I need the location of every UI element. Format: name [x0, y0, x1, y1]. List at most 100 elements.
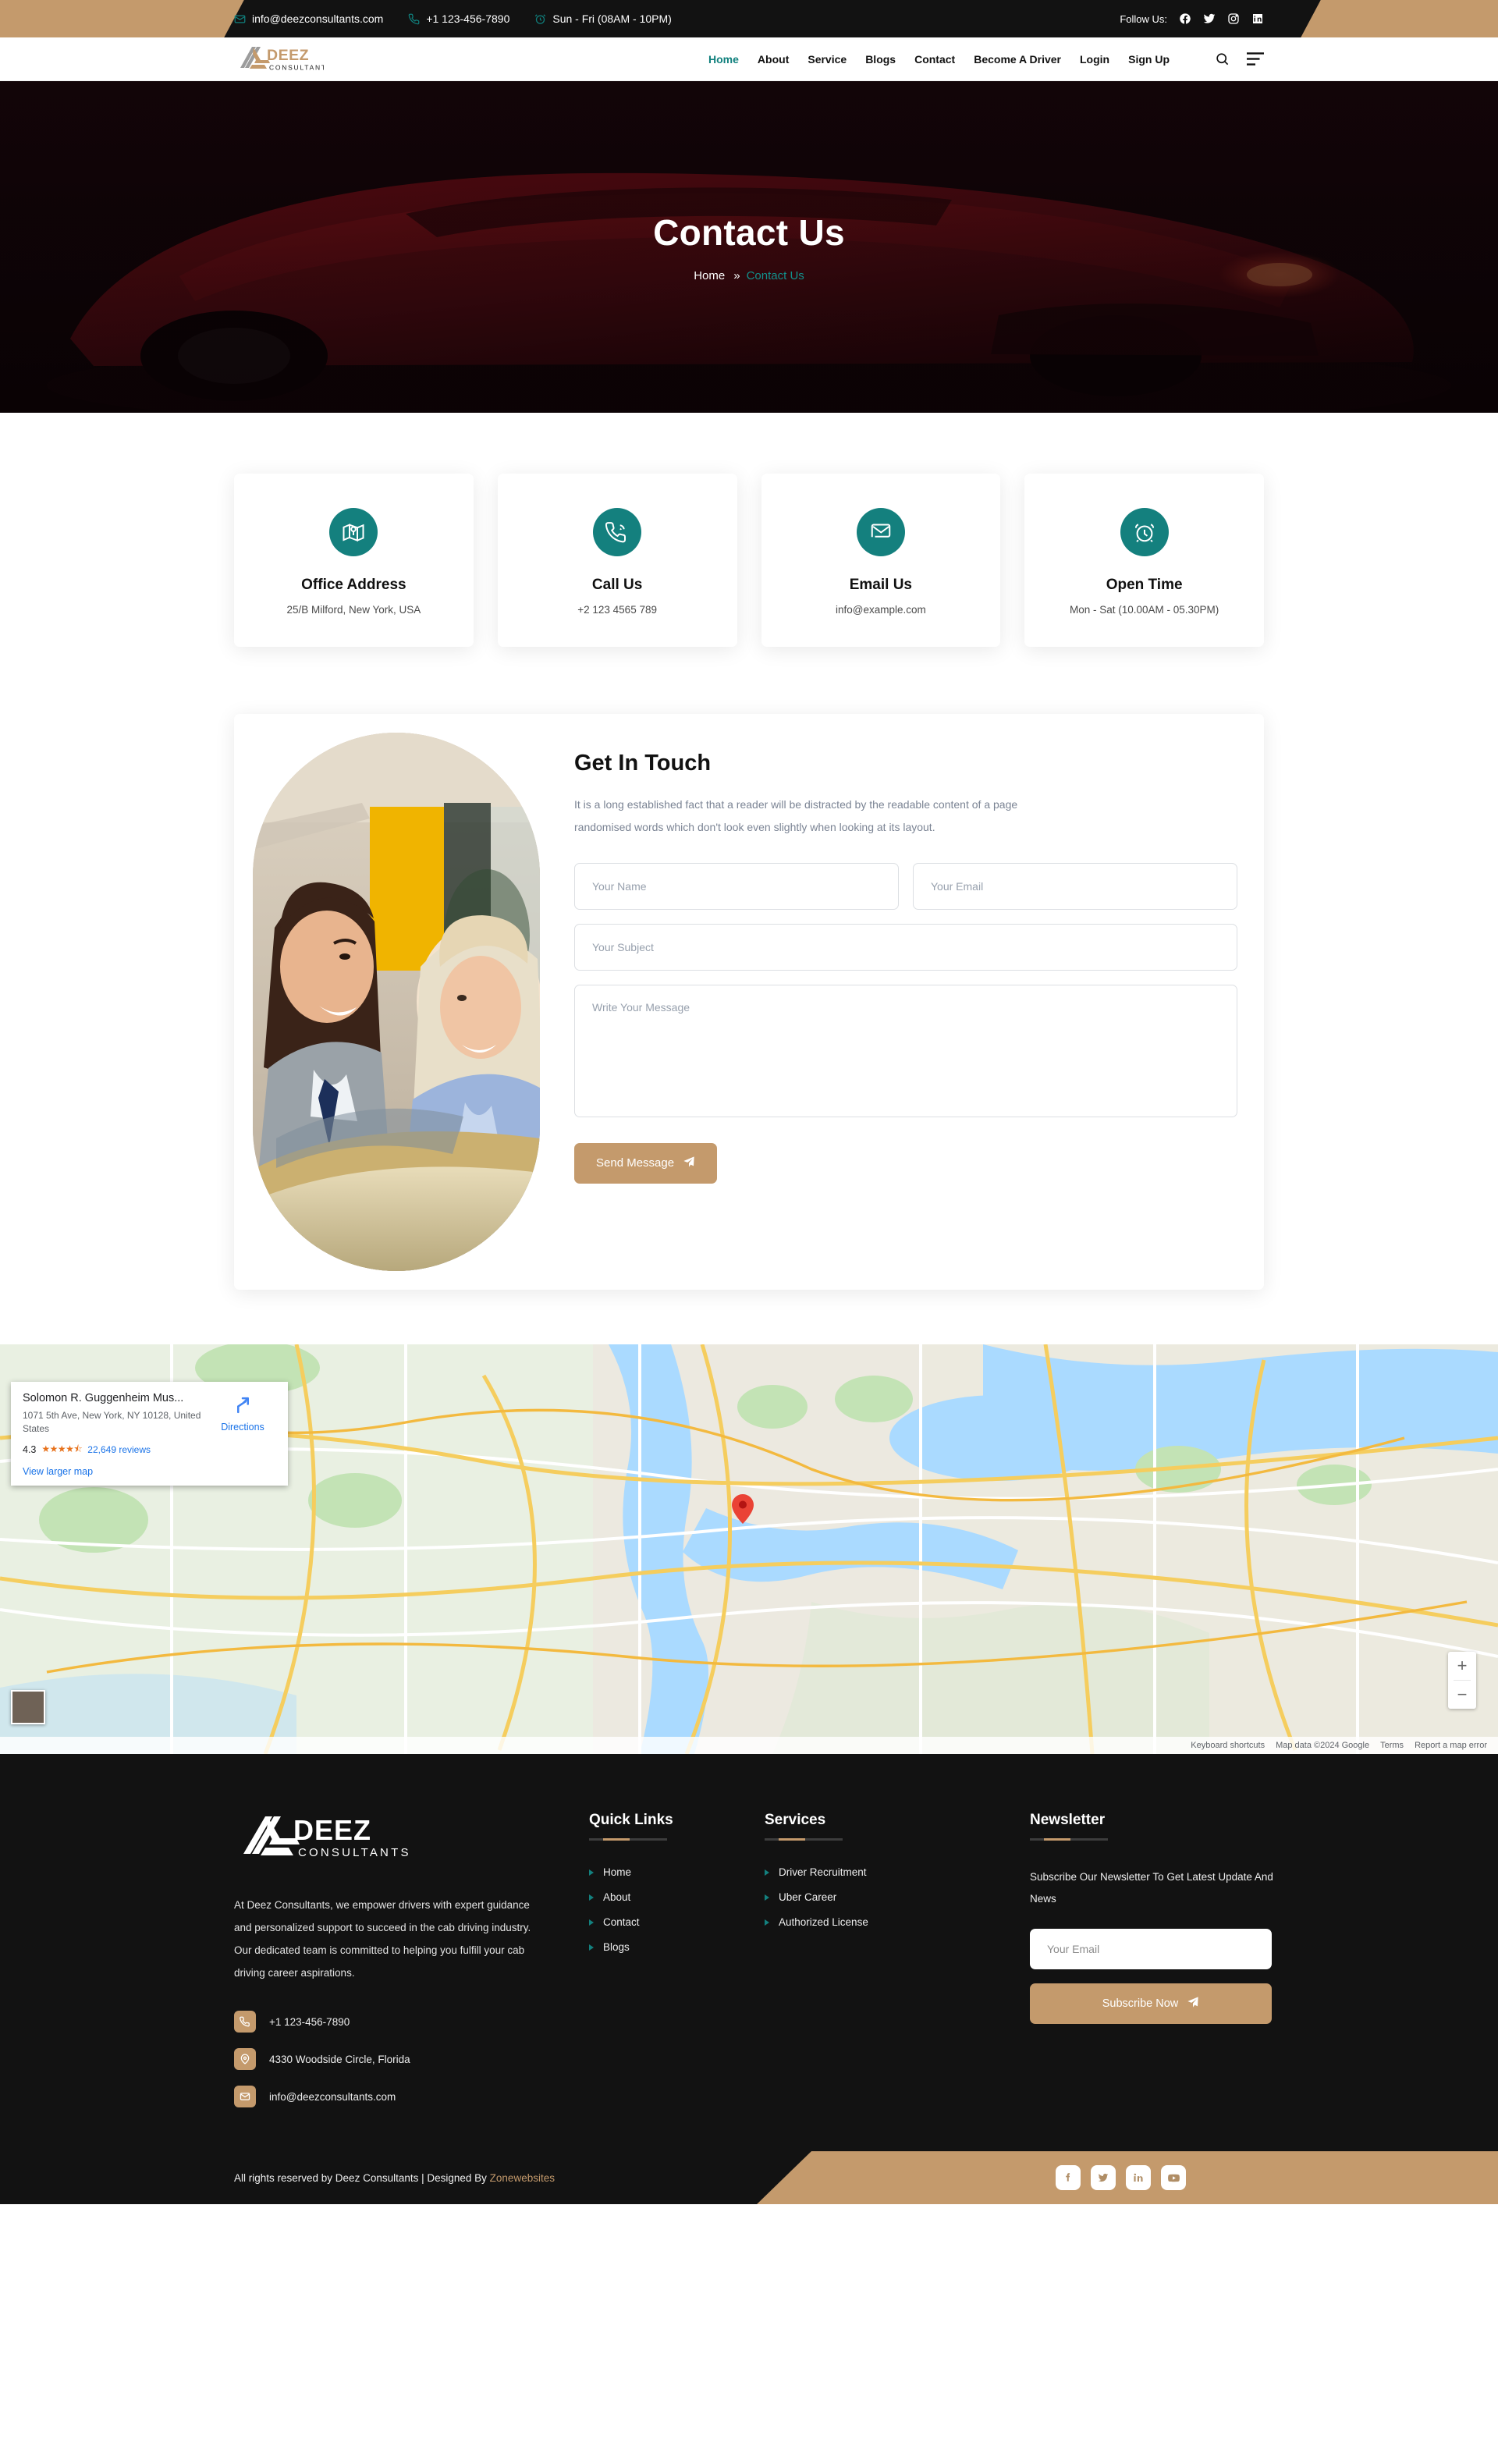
info-card-call-us: Call Us +2 123 4565 789 [497, 474, 737, 647]
svg-text:CONSULTANTS: CONSULTANTS [269, 63, 324, 71]
map-keyboard-shortcuts[interactable]: Keyboard shortcuts [1191, 1741, 1265, 1750]
footer-contact-list: +1 123-456-7890 4330 Woodside Circle, Fl… [234, 2011, 589, 2108]
email-input[interactable] [913, 862, 1237, 910]
footer-contact-phone[interactable]: +1 123-456-7890 [234, 2011, 589, 2033]
location-map[interactable]: New YorkNewarkBROOKLYNQUEENSBRONXHARLEMH… [0, 1344, 1498, 1754]
footer-service-driver-recruitment[interactable]: Driver Recruitment [765, 1866, 1030, 1878]
facebook-icon[interactable] [1178, 12, 1191, 26]
site-logo[interactable]: DEEZ CONSULTANTS [234, 44, 324, 74]
svg-text:DEEZ: DEEZ [293, 1814, 371, 1846]
map-report-error-link[interactable]: Report a map error [1415, 1741, 1487, 1750]
map-rating-value: 4.3 [23, 1444, 37, 1456]
phone-icon [234, 2011, 256, 2033]
topbar-phone-text: +1 123-456-7890 [426, 12, 510, 25]
footer-address-text: 4330 Woodside Circle, Florida [269, 2053, 410, 2065]
envelope-icon [234, 13, 246, 25]
follow-us-label: Follow Us: [1120, 12, 1167, 25]
site-footer: DEEZ CONSULTANTS At Deez Consultants, we… [0, 1754, 1498, 2152]
info-card-title: Call Us [591, 577, 643, 593]
nav-links: Home About Service Blogs Contact Become … [708, 51, 1264, 66]
youtube-icon[interactable] [1161, 2165, 1186, 2191]
alarm-clock-icon [1120, 508, 1169, 556]
map-directions-button[interactable]: Directions [209, 1392, 276, 1458]
topbar-email[interactable]: info@deezconsultants.com [234, 12, 383, 25]
contact-info-section: Office Address 25/B Milford, New York, U… [0, 413, 1498, 647]
footer-logo[interactable]: DEEZ CONSULTANTS [234, 1812, 589, 1866]
envelope-icon [234, 2086, 256, 2108]
designer-link[interactable]: Zonewebsites [490, 2172, 555, 2184]
top-contact-bar: info@deezconsultants.com +1 123-456-7890… [0, 0, 1498, 37]
footer-quick-links-column: Quick Links Home About Contact Blogs [589, 1812, 765, 2107]
footer-link-blogs[interactable]: Blogs [589, 1941, 765, 1953]
facebook-icon[interactable] [1056, 2165, 1081, 2191]
map-zoom-in-button[interactable]: + [1448, 1652, 1476, 1680]
info-card-office-address: Office Address 25/B Milford, New York, U… [234, 474, 474, 647]
map-zoom-out-button[interactable]: − [1448, 1681, 1476, 1709]
footer-email-text: info@deezconsultants.com [269, 2090, 396, 2103]
map-marker-guggenheim[interactable] [732, 1494, 754, 1528]
info-card-text: Mon - Sat (10.00AM - 05.30PM) [1069, 604, 1219, 616]
view-larger-map-link[interactable]: View larger map [23, 1466, 276, 1477]
nav-item-service[interactable]: Service [808, 53, 847, 66]
instagram-icon[interactable] [1226, 12, 1240, 26]
footer-link-about[interactable]: About [589, 1891, 765, 1903]
nav-item-become-a-driver[interactable]: Become A Driver [974, 53, 1061, 66]
nav-item-contact[interactable]: Contact [914, 53, 955, 66]
map-place-card[interactable]: Solomon R. Guggenheim Mus... 1071 5th Av… [11, 1382, 288, 1486]
subscribe-now-button[interactable]: Subscribe Now [1030, 1983, 1272, 2025]
hamburger-icon[interactable] [1247, 52, 1264, 66]
message-textarea[interactable] [574, 984, 1237, 1117]
map-place-name: Solomon R. Guggenheim Mus... [23, 1392, 184, 1404]
nav-item-login[interactable]: Login [1080, 53, 1109, 66]
footer-service-authorized-license[interactable]: Authorized License [765, 1916, 1030, 1928]
map-zoom-controls[interactable]: + − [1448, 1652, 1476, 1709]
triangle-bullet-icon [765, 1894, 769, 1901]
newsletter-email-input[interactable] [1030, 1929, 1272, 1970]
footer-link-home[interactable]: Home [589, 1866, 765, 1878]
title-underline [589, 1838, 667, 1841]
nav-item-about[interactable]: About [758, 53, 789, 66]
subject-input[interactable] [574, 923, 1237, 971]
envelope-icon [856, 508, 905, 556]
send-message-label: Send Message [596, 1156, 675, 1170]
twitter-icon[interactable] [1091, 2165, 1116, 2191]
info-card-text: +2 123 4565 789 [577, 604, 657, 616]
footer-link-contact[interactable]: Contact [589, 1916, 765, 1928]
search-icon[interactable] [1215, 51, 1230, 66]
info-card-title: Office Address [301, 577, 406, 593]
map-street-view-thumbnail[interactable] [11, 1690, 45, 1724]
map-terms-link[interactable]: Terms [1380, 1741, 1404, 1750]
page-title: Contact Us [653, 212, 845, 253]
send-message-button[interactable]: Send Message [574, 1142, 718, 1184]
triangle-bullet-icon [765, 1919, 769, 1926]
location-pin-icon [234, 2048, 256, 2071]
nav-item-blogs[interactable]: Blogs [865, 53, 896, 66]
get-in-touch-paragraph: It is a long established fact that a rea… [574, 798, 1018, 834]
name-input[interactable] [574, 862, 899, 910]
linkedin-icon[interactable] [1126, 2165, 1151, 2191]
map-attribution-bar: Keyboard shortcuts Map data ©2024 Google… [0, 1737, 1498, 1754]
topbar-phone[interactable]: +1 123-456-7890 [408, 12, 509, 25]
map-reviews-count[interactable]: 22,649 reviews [87, 1444, 151, 1455]
breadcrumb-home[interactable]: Home [694, 269, 725, 282]
subscribe-label: Subscribe Now [1102, 1997, 1179, 2011]
get-in-touch-panel: Get In Touch It is a long established fa… [234, 714, 1264, 1290]
map-place-address: 1071 5th Ave, New York, NY 10128, United… [23, 1410, 201, 1435]
triangle-bullet-icon [765, 1869, 769, 1876]
nav-item-home[interactable]: Home [708, 53, 739, 66]
footer-service-uber-career[interactable]: Uber Career [765, 1891, 1030, 1903]
footer-about-column: DEEZ CONSULTANTS At Deez Consultants, we… [234, 1812, 589, 2108]
info-card-text: info@example.com [835, 604, 926, 616]
footer-description: At Deez Consultants, we empower drivers … [234, 1899, 531, 1979]
footer-link-label: Blogs [603, 1941, 630, 1953]
info-card-text: 25/B Milford, New York, USA [286, 604, 421, 616]
get-in-touch-heading: Get In Touch [574, 751, 712, 776]
twitter-icon[interactable] [1202, 12, 1216, 26]
info-card-title: Email Us [849, 577, 912, 593]
nav-item-sign-up[interactable]: Sign Up [1128, 53, 1170, 66]
footer-contact-address[interactable]: 4330 Woodside Circle, Florida [234, 2048, 589, 2071]
footer-contact-email[interactable]: info@deezconsultants.com [234, 2086, 589, 2108]
linkedin-icon[interactable] [1251, 12, 1264, 26]
triangle-bullet-icon [589, 1869, 594, 1876]
triangle-bullet-icon [589, 1894, 594, 1901]
